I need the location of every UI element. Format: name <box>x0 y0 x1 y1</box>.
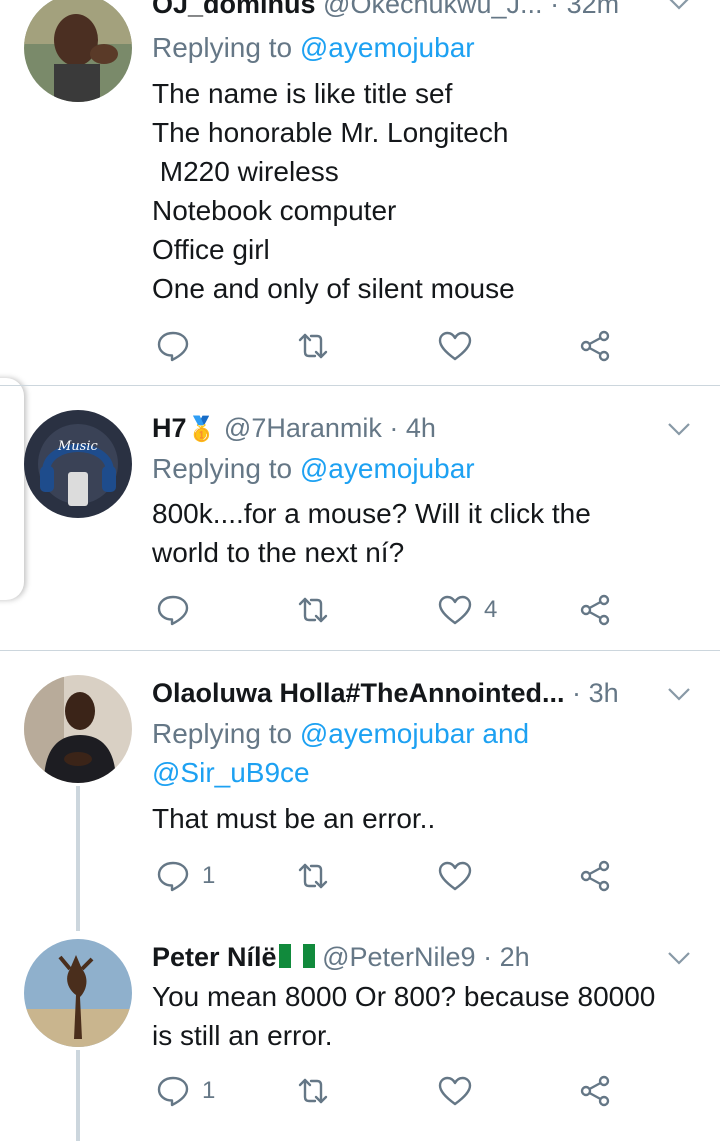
retweet-icon <box>298 597 328 623</box>
tweet-text: 800k....for a mouse? Will it click the w… <box>152 498 599 568</box>
separator: · <box>550 0 560 19</box>
reply-icon <box>157 331 189 362</box>
reply-button[interactable] <box>156 588 202 632</box>
user-handle[interactable]: @7Haranmik <box>224 413 382 443</box>
tweet-actions: 1 <box>152 854 632 898</box>
retweet-button[interactable] <box>296 324 330 368</box>
heart-icon <box>438 861 472 891</box>
replying-to-prefix: Replying to <box>152 453 293 484</box>
separator: · <box>572 678 582 708</box>
timestamp[interactable]: 32m <box>567 0 620 19</box>
retweet-icon <box>298 1078 328 1104</box>
mention-link[interactable]: @ayemojubar <box>300 453 475 484</box>
heart-icon <box>438 1076 472 1106</box>
separator: · <box>483 942 493 972</box>
mention-link[interactable]: @ayemojubar and <box>300 718 529 749</box>
tweet-4[interactable]: Peter Nílë @PeterNile9 · 2h You mean 800… <box>0 921 720 1141</box>
share-button[interactable] <box>578 588 612 632</box>
nigeria-flag-icon <box>278 939 315 968</box>
chevron-down-icon[interactable] <box>666 945 692 971</box>
heart-icon <box>438 331 472 361</box>
tweet-text: The name is like title sef The honorable… <box>152 78 515 304</box>
reply-button[interactable]: 1 <box>156 1069 215 1113</box>
display-name[interactable]: H7 <box>152 413 187 443</box>
chevron-down-icon[interactable] <box>666 0 692 16</box>
reply-icon <box>157 1076 189 1107</box>
reply-icon <box>157 595 189 626</box>
reply-button[interactable]: 1 <box>156 854 215 898</box>
avatar[interactable] <box>24 675 132 783</box>
share-icon <box>580 1075 610 1107</box>
tweet-header: Olaoluwa Holla#TheAnnointed... · 3h <box>152 673 660 713</box>
share-button[interactable] <box>578 854 612 898</box>
avatar[interactable] <box>24 0 132 102</box>
svg-text:Music: Music <box>57 439 99 454</box>
reply-button[interactable] <box>156 324 190 368</box>
mention-link[interactable]: @Sir_uB9ce <box>152 757 310 788</box>
replying-to-prefix: Replying to <box>152 32 293 63</box>
user-handle[interactable]: @PeterNile9 <box>322 942 475 972</box>
share-button[interactable] <box>578 1069 612 1113</box>
replying-to-prefix: Replying to <box>152 718 293 749</box>
replying-to: Replying to @ayemojubar and <box>152 714 529 754</box>
like-button[interactable]: 4 <box>438 588 497 632</box>
timestamp[interactable]: 3h <box>589 678 619 708</box>
share-icon <box>580 594 610 626</box>
user-handle[interactable]: @Okechukwu_J... <box>323 0 543 19</box>
replying-to: Replying to @ayemojubar <box>152 28 475 68</box>
mention-link[interactable]: @ayemojubar <box>300 32 475 63</box>
retweet-button[interactable] <box>296 588 330 632</box>
like-button[interactable] <box>438 854 472 898</box>
avatar[interactable]: Music <box>24 410 132 518</box>
tweet-header: Peter Nílë @PeterNile9 · 2h <box>152 937 660 977</box>
timestamp[interactable]: 4h <box>406 413 436 443</box>
tweet-text: You mean 8000 Or 800? because 80000 is s… <box>152 981 656 1051</box>
timestamp[interactable]: 2h <box>500 942 530 972</box>
chevron-down-icon[interactable] <box>666 681 692 707</box>
tweet-3[interactable]: Olaoluwa Holla#TheAnnointed... · 3h Repl… <box>0 651 720 921</box>
retweet-button[interactable] <box>296 1069 330 1113</box>
tweet-header: OJ_dominus @Okechukwu_J... · 32m <box>152 0 660 24</box>
avatar[interactable] <box>24 939 132 1047</box>
reply-count: 1 <box>202 1077 216 1104</box>
share-icon <box>580 330 610 362</box>
tweet-1[interactable]: OJ_dominus @Okechukwu_J... · 32m Replyin… <box>0 0 720 385</box>
like-button[interactable] <box>438 324 472 368</box>
replying-to-line-2: @Sir_uB9ce <box>152 753 310 793</box>
share-button[interactable] <box>578 324 612 368</box>
tweet-text: That must be an error.. <box>152 803 436 834</box>
tweet-actions: 4 <box>152 588 632 632</box>
heart-icon <box>438 595 472 625</box>
replying-to: Replying to @ayemojubar <box>152 449 475 489</box>
tweet-2[interactable]: Music H7🥇 @7Haranmik · 4h Replying to @a… <box>0 386 720 650</box>
reply-count: 1 <box>202 862 216 889</box>
like-button[interactable] <box>438 1069 472 1113</box>
tweet-actions <box>152 324 632 368</box>
display-name[interactable]: Peter Nílë <box>152 942 277 972</box>
medal-badge-icon: 🥇 <box>186 416 217 443</box>
display-name[interactable]: OJ_dominus <box>152 0 316 19</box>
retweet-icon <box>298 863 328 889</box>
share-icon <box>580 860 610 892</box>
tweet-header: H7🥇 @7Haranmik · 4h <box>152 408 660 448</box>
retweet-button[interactable] <box>296 854 330 898</box>
display-name[interactable]: Olaoluwa Holla#TheAnnointed... <box>152 678 565 708</box>
reply-icon <box>157 861 189 892</box>
like-count: 4 <box>484 596 498 623</box>
separator: · <box>389 413 399 443</box>
tweet-actions: 1 <box>152 1069 632 1113</box>
retweet-icon <box>298 333 328 359</box>
chevron-down-icon[interactable] <box>666 416 692 442</box>
